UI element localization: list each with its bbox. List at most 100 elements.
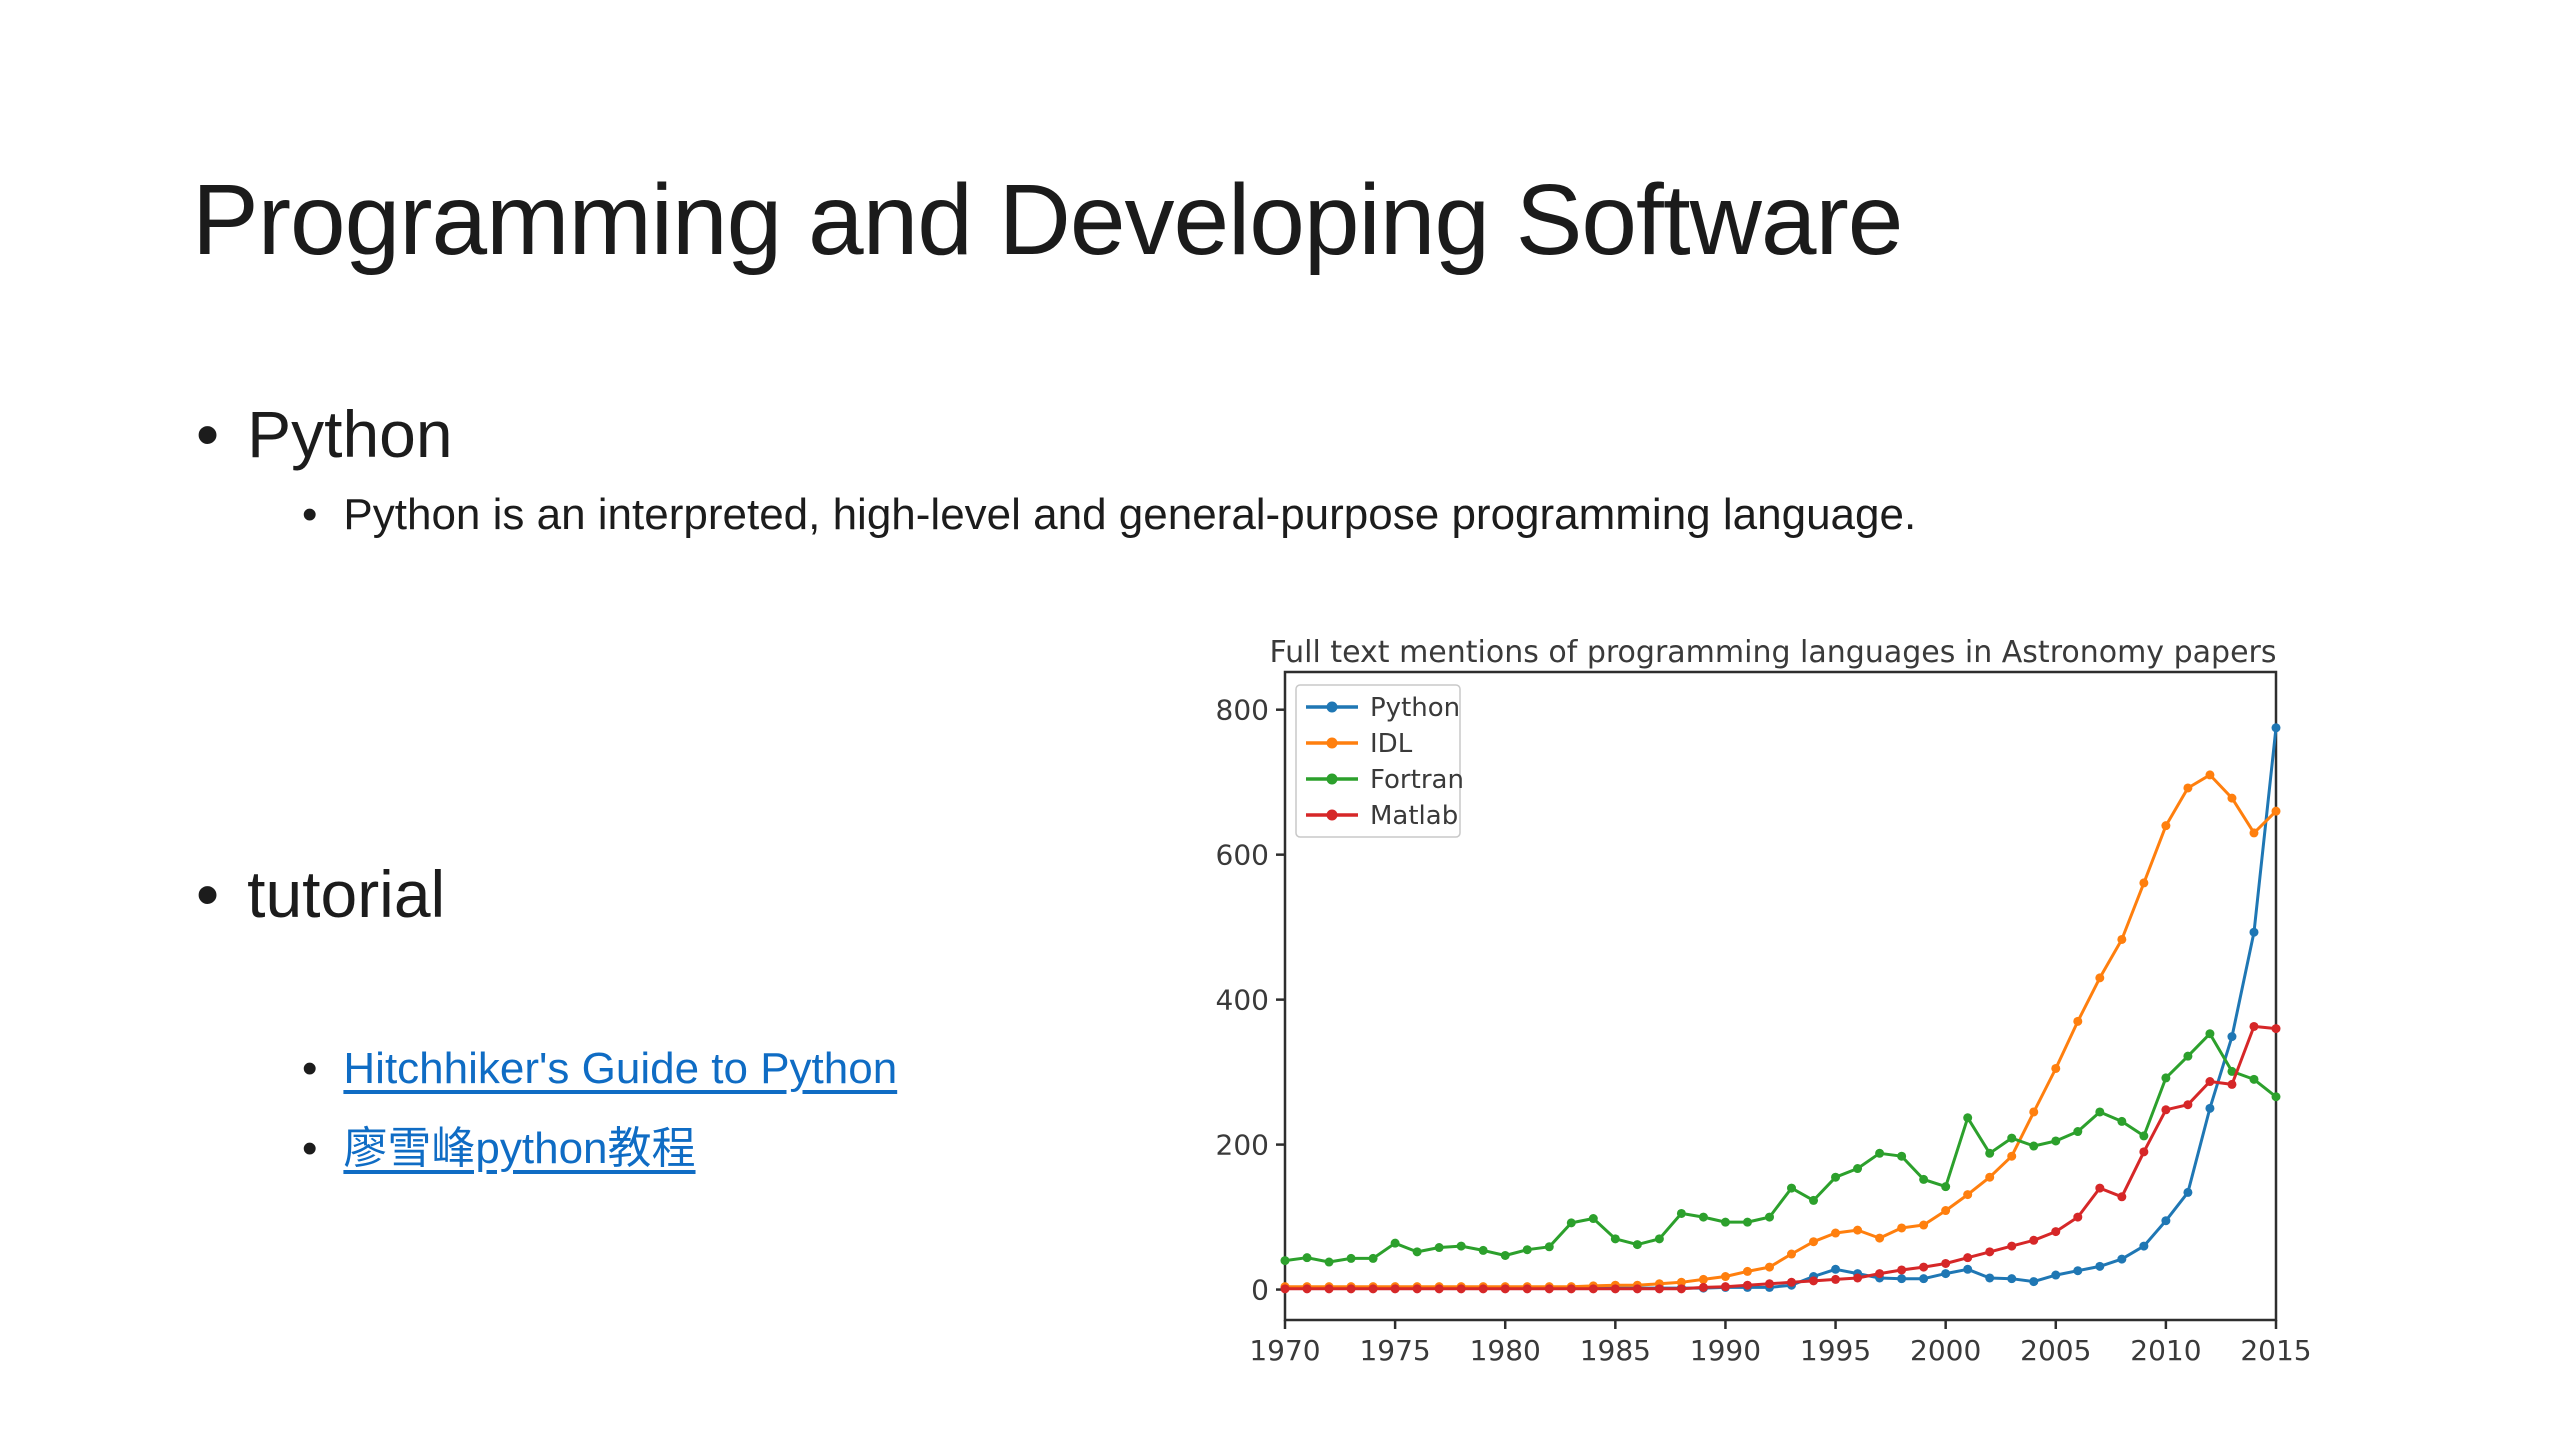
series-marker-Matlab	[1787, 1278, 1796, 1287]
series-marker-Fortran	[1457, 1242, 1466, 1251]
series-marker-Matlab	[2029, 1236, 2038, 1245]
series-marker-IDL	[1721, 1272, 1730, 1281]
legend-marker-IDL	[1327, 738, 1338, 749]
series-marker-Python	[2007, 1274, 2016, 1283]
series-marker-Matlab	[1523, 1284, 1532, 1293]
series-marker-Fortran	[2117, 1117, 2126, 1126]
series-marker-Matlab	[1457, 1284, 1466, 1293]
series-marker-Fortran	[1985, 1149, 1994, 1158]
series-marker-Fortran	[2029, 1142, 2038, 1151]
series-marker-Matlab	[1699, 1283, 1708, 1292]
series-marker-IDL	[2073, 1017, 2082, 1026]
y-axis-tick-label: 600	[1216, 839, 1269, 872]
series-marker-IDL	[2227, 794, 2236, 803]
series-marker-Python	[1831, 1265, 1840, 1274]
series-marker-Python	[2205, 1104, 2214, 1113]
series-marker-Matlab	[1809, 1276, 1818, 1285]
series-marker-Matlab	[1963, 1253, 1972, 1262]
series-marker-Fortran	[1941, 1182, 1950, 1191]
series-marker-Python	[2249, 928, 2258, 937]
link-hitchhikers-guide-to-python[interactable]: Hitchhiker's Guide to Python	[343, 1044, 897, 1094]
series-marker-Fortran	[1589, 1214, 1598, 1223]
series-marker-Fortran	[1567, 1218, 1576, 1227]
series-marker-Fortran	[1721, 1218, 1730, 1227]
series-marker-IDL	[1743, 1267, 1752, 1276]
series-marker-Fortran	[1809, 1196, 1818, 1205]
legend-label-IDL: IDL	[1370, 729, 1413, 759]
bullet-item-python: • Python	[196, 396, 453, 472]
bullet-marker: •	[302, 1124, 317, 1174]
y-axis-tick-label: 200	[1216, 1129, 1269, 1162]
series-marker-IDL	[1963, 1190, 1972, 1199]
series-marker-IDL	[2029, 1107, 2038, 1116]
series-marker-Fortran	[2272, 1092, 2281, 1101]
series-marker-IDL	[2117, 935, 2126, 944]
chart-title: Full text mentions of programming langua…	[1269, 635, 2276, 670]
series-marker-Matlab	[2073, 1213, 2082, 1222]
series-marker-Matlab	[2183, 1100, 2192, 1109]
bullet-marker: •	[302, 490, 317, 540]
series-marker-Python	[2139, 1242, 2148, 1251]
series-marker-IDL	[2095, 973, 2104, 982]
bullet-tutorial-label: tutorial	[247, 856, 445, 932]
series-marker-Fortran	[1699, 1213, 1708, 1222]
series-marker-IDL	[1941, 1206, 1950, 1215]
series-marker-Matlab	[2205, 1077, 2214, 1086]
series-marker-Fortran	[1281, 1256, 1290, 1265]
series-marker-Fortran	[1325, 1258, 1334, 1267]
series-marker-Fortran	[1787, 1184, 1796, 1193]
series-marker-Fortran	[1435, 1243, 1444, 1252]
series-marker-Fortran	[2161, 1073, 2170, 1082]
bullet-item-python-description: • Python is an interpreted, high-level a…	[302, 490, 1916, 540]
bullet-marker: •	[302, 1044, 317, 1094]
legend-marker-Matlab	[1327, 810, 1338, 821]
series-marker-Fortran	[1655, 1234, 1664, 1243]
series-marker-Python	[2161, 1216, 2170, 1225]
series-marker-Fortran	[1743, 1218, 1752, 1227]
chart-svg: Full text mentions of programming langua…	[1208, 628, 2368, 1408]
series-marker-Matlab	[1765, 1279, 1774, 1288]
series-marker-IDL	[1699, 1275, 1708, 1284]
series-marker-Matlab	[1369, 1284, 1378, 1293]
series-marker-IDL	[2249, 828, 2258, 837]
series-marker-Fortran	[1391, 1239, 1400, 1248]
series-marker-Matlab	[1875, 1269, 1884, 1278]
series-marker-Matlab	[2007, 1242, 2016, 1251]
series-marker-IDL	[2272, 807, 2281, 816]
series-marker-Fortran	[1963, 1113, 1972, 1122]
series-marker-Fortran	[2051, 1136, 2060, 1145]
series-marker-Python	[2095, 1262, 2104, 1271]
legend-label-Fortran: Fortran	[1370, 765, 1464, 795]
series-marker-Matlab	[2272, 1024, 2281, 1033]
series-marker-Matlab	[1281, 1284, 1290, 1293]
series-marker-Python	[1897, 1274, 1906, 1283]
bullet-item-tutorial: • tutorial	[196, 856, 445, 932]
y-axis-tick-label: 400	[1216, 984, 1269, 1017]
link-liaoxuefeng-python-tutorial[interactable]: 廖雪峰python教程	[343, 1112, 695, 1176]
series-marker-Fortran	[1897, 1152, 1906, 1161]
legend-label-Python: Python	[1370, 693, 1460, 723]
series-marker-Matlab	[1655, 1284, 1664, 1293]
series-marker-Fortran	[1831, 1173, 1840, 1182]
series-marker-Matlab	[1479, 1284, 1488, 1293]
x-axis-tick-label: 2000	[1910, 1334, 1981, 1367]
series-marker-Fortran	[2095, 1107, 2104, 1116]
series-marker-Matlab	[1677, 1284, 1686, 1293]
series-marker-Python	[1919, 1274, 1928, 1283]
x-axis-tick-label: 2005	[2020, 1334, 2091, 1367]
legend-label-Matlab: Matlab	[1370, 801, 1458, 831]
x-axis-tick-label: 1985	[1580, 1334, 1651, 1367]
list-item: • Hitchhiker's Guide to Python	[302, 1044, 897, 1094]
y-axis-tick-label: 800	[1216, 694, 1269, 727]
series-marker-Matlab	[1567, 1284, 1576, 1293]
series-marker-Python	[1963, 1265, 1972, 1274]
series-marker-Fortran	[1369, 1254, 1378, 1263]
series-marker-Matlab	[1985, 1247, 1994, 1256]
series-marker-Matlab	[1633, 1284, 1642, 1293]
slide-title: Programming and Developing Software	[192, 168, 1902, 273]
series-marker-Matlab	[1435, 1284, 1444, 1293]
series-marker-Python	[2227, 1032, 2236, 1041]
series-marker-Python	[1941, 1269, 1950, 1278]
series-marker-IDL	[1985, 1173, 1994, 1182]
series-marker-Python	[2183, 1188, 2192, 1197]
